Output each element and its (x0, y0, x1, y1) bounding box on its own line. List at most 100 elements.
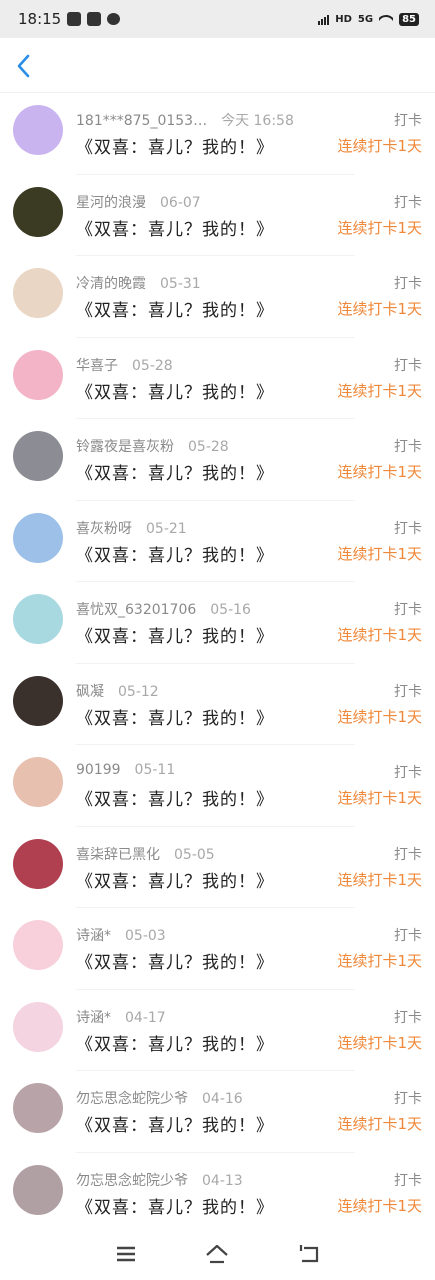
user-name-line: 冷清的晚霞 05-31 (76, 273, 201, 293)
user-name[interactable]: 勿忘思念蛇院少爷 (76, 1091, 188, 1107)
streak-label: 连续打卡1天 (337, 137, 422, 155)
chevron-left-icon[interactable] (12, 52, 36, 80)
user-name[interactable]: 砜凝 (76, 684, 104, 700)
streak-label: 连续打卡1天 (337, 300, 422, 318)
avatar[interactable] (13, 675, 63, 726)
checkin-tag: 打卡 (394, 194, 422, 211)
streak-label: 连续打卡1天 (337, 218, 422, 237)
user-name-line: 181***875_0153… 今天 16:58 (76, 110, 294, 130)
user-name[interactable]: 喜忧双_63201706 (76, 602, 196, 618)
user-name-line: 喜忧双_63201706 05-16 (76, 599, 251, 619)
checkin-date: 04-17 (125, 1009, 166, 1026)
checkin-tag: 打卡 (394, 520, 422, 537)
user-name[interactable]: 勿忘思念蛇院少爷 (76, 1173, 188, 1189)
book-title: 《双喜：喜儿？我的！》 (76, 871, 274, 892)
menu-icon[interactable] (113, 1243, 139, 1265)
book-title: 《双喜：喜儿？我的！》 (76, 464, 274, 484)
streak-label: 连续打卡1天 (337, 707, 422, 726)
user-name-line: 铃露夜是喜灰粉 05-28 (76, 436, 229, 456)
user-name[interactable]: 诗涵* (76, 928, 111, 944)
chat-app-icon (107, 13, 121, 25)
home-icon[interactable] (204, 1243, 230, 1265)
avatar[interactable] (13, 594, 63, 644)
checkin-date: 04-16 (202, 1091, 243, 1107)
user-name[interactable]: 喜灰粉呀 (76, 521, 132, 537)
list-item[interactable]: 砜凝 05-12 《双喜：喜儿？我的！》 打卡 连续打卡1天 (0, 664, 435, 745)
avatar[interactable] (13, 1164, 63, 1215)
user-name-line: 诗涵* 04-17 (76, 1007, 166, 1027)
list-item[interactable]: 喜柒辞已黑化 05-05 《双喜：喜儿？我的！》 打卡 连续打卡1天 (0, 827, 435, 908)
book-title: 《双喜：喜儿？我的！》 (76, 138, 274, 158)
user-name-line: 华喜子 05-28 (76, 355, 173, 375)
network-type: 5G (357, 13, 374, 25)
list-item[interactable]: 勿忘思念蛇院少爷 04-16 《双喜：喜儿？我的！》 打卡 连续打卡1天 (0, 1071, 435, 1153)
user-name-line: 喜柒辞已黑化 05-05 (76, 844, 215, 864)
avatar[interactable] (13, 512, 63, 563)
user-name-line: 勿忘思念蛇院少爷 04-16 (76, 1088, 243, 1108)
header (0, 38, 435, 93)
book-title: 《双喜：喜儿？我的！》 (76, 708, 274, 729)
checkin-tag: 打卡 (394, 1172, 422, 1189)
streak-label: 连续打卡1天 (337, 1033, 422, 1052)
book-title: 《双喜：喜儿？我的！》 (76, 953, 274, 973)
avatar[interactable] (13, 838, 63, 889)
list-item[interactable]: 诗涵* 05-03 《双喜：喜儿？我的！》 打卡 连续打卡1天 (0, 908, 435, 990)
checkin-date: 05-12 (118, 683, 159, 700)
avatar[interactable] (13, 920, 63, 970)
avatar[interactable] (13, 431, 63, 481)
checkin-tag: 打卡 (394, 439, 422, 455)
system-nav-bar (0, 1228, 435, 1280)
book-title: 《双喜：喜儿？我的！》 (76, 1034, 274, 1055)
streak-label: 连续打卡1天 (337, 1196, 422, 1215)
list-item[interactable]: 90199 05-11 《双喜：喜儿？我的！》 打卡 连续打卡1天 (0, 745, 435, 827)
list-item[interactable]: 铃露夜是喜灰粉 05-28 《双喜：喜儿？我的！》 打卡 连续打卡1天 (0, 419, 435, 501)
mail-app-icon (87, 12, 102, 26)
user-name[interactable]: 喜柒辞已黑化 (76, 847, 160, 863)
list-item[interactable]: 诗涵* 04-17 《双喜：喜儿？我的！》 打卡 连续打卡1天 (0, 990, 435, 1071)
list-item[interactable]: 星河的浪漫 06-07 《双喜：喜儿？我的！》 打卡 连续打卡1天 (0, 175, 435, 256)
checkin-tag: 打卡 (394, 357, 422, 374)
checkin-date: 05-21 (146, 520, 187, 537)
checkin-date: 05-05 (174, 846, 215, 863)
streak-label: 连续打卡1天 (337, 1115, 422, 1133)
streak-label: 连续打卡1天 (337, 463, 422, 481)
checkin-tag: 打卡 (394, 928, 422, 944)
back-nav-icon[interactable] (296, 1243, 322, 1265)
checkin-tag: 打卡 (394, 1091, 422, 1107)
checkin-date: 05-28 (132, 357, 173, 374)
streak-label: 连续打卡1天 (337, 952, 422, 970)
user-name-line: 星河的浪漫 06-07 (76, 192, 201, 212)
status-bar: 18:15 HD 5G 85 (0, 0, 435, 38)
book-title: 《双喜：喜儿？我的！》 (76, 382, 274, 403)
user-name[interactable]: 铃露夜是喜灰粉 (76, 439, 174, 455)
user-name[interactable]: 181***875_0153… (76, 113, 207, 129)
avatar[interactable] (13, 268, 63, 318)
checkin-date: 05-28 (188, 439, 229, 455)
avatar[interactable] (13, 1083, 63, 1133)
avatar[interactable] (13, 1001, 63, 1052)
list-item[interactable]: 勿忘思念蛇院少爷 04-13 《双喜：喜儿？我的！》 打卡 连续打卡1天 (0, 1153, 435, 1234)
list-item[interactable]: 冷清的晚霞 05-31 《双喜：喜儿？我的！》 打卡 连续打卡1天 (0, 256, 435, 338)
hd-badge: HD (335, 13, 352, 25)
avatar[interactable] (13, 349, 63, 400)
list-item[interactable]: 181***875_0153… 今天 16:58 《双喜：喜儿？我的！》 打卡 连… (0, 93, 435, 175)
user-name[interactable]: 诗涵* (76, 1010, 111, 1026)
user-name[interactable]: 华喜子 (76, 358, 118, 374)
user-name[interactable]: 90199 (76, 762, 121, 778)
list-item[interactable]: 喜忧双_63201706 05-16 《双喜：喜儿？我的！》 打卡 连续打卡1天 (0, 582, 435, 664)
book-title: 《双喜：喜儿？我的！》 (76, 1197, 274, 1218)
checkin-tag: 打卡 (394, 765, 422, 781)
user-name[interactable]: 冷清的晚霞 (76, 276, 146, 292)
avatar[interactable] (13, 186, 63, 237)
list-item[interactable]: 喜灰粉呀 05-21 《双喜：喜儿？我的！》 打卡 连续打卡1天 (0, 501, 435, 582)
checkin-date: 05-03 (125, 928, 166, 944)
streak-label: 连续打卡1天 (337, 789, 422, 807)
checkin-date: 05-11 (134, 762, 176, 778)
checkin-date: 06-07 (160, 194, 201, 211)
avatar[interactable] (13, 105, 63, 155)
avatar[interactable] (13, 757, 63, 807)
user-name-line: 90199 05-11 (76, 762, 175, 778)
list-item[interactable]: 华喜子 05-28 《双喜：喜儿？我的！》 打卡 连续打卡1天 (0, 338, 435, 419)
user-name-line: 诗涵* 05-03 (76, 925, 166, 945)
user-name[interactable]: 星河的浪漫 (76, 195, 146, 211)
